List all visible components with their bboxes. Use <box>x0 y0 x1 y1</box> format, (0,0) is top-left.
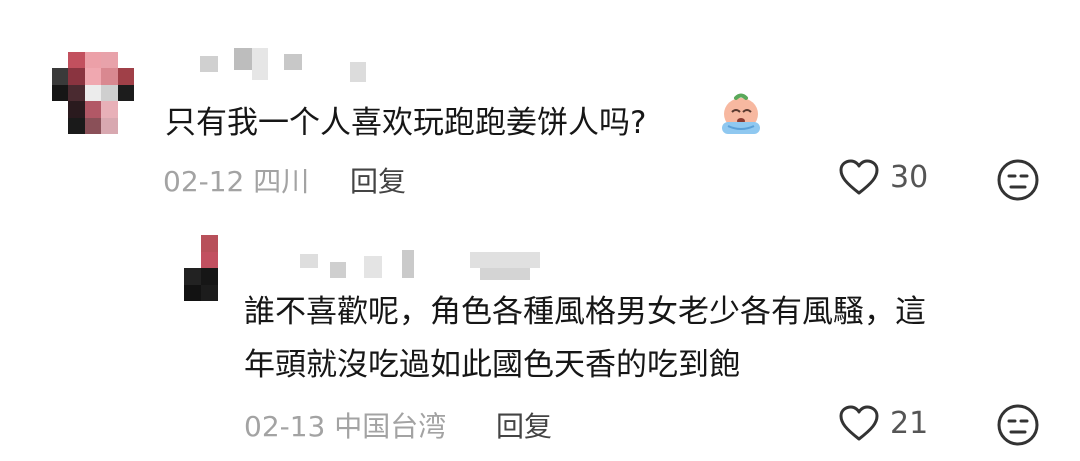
username-redacted[interactable] <box>200 48 370 84</box>
reply-like-button[interactable]: 21 <box>838 404 928 442</box>
dislike-face-icon[interactable] <box>996 158 1040 202</box>
reply-username-redacted[interactable] <box>300 250 570 282</box>
comment-meta: 02-12 四川 <box>163 160 309 200</box>
crying-emoji-icon <box>722 93 760 134</box>
reply-text-line-1: 誰不喜歡呢，角色各種風格男女老少各有風騷，這 <box>244 294 926 330</box>
dislike-face-icon[interactable] <box>996 403 1040 447</box>
like-count: 30 <box>890 159 929 195</box>
heart-icon <box>839 159 879 195</box>
reply-meta: 02-13 中国台湾 <box>244 405 446 445</box>
comment-location: 四川 <box>253 165 310 198</box>
comment-text: 只有我一个人喜欢玩跑跑姜饼人吗? <box>165 105 647 141</box>
reply-like-count: 21 <box>890 405 929 441</box>
reply-location: 中国台湾 <box>334 410 447 443</box>
avatar[interactable] <box>52 52 134 134</box>
like-button[interactable]: 30 <box>838 158 928 196</box>
reply-avatar[interactable] <box>184 235 218 301</box>
reply-date: 02-13 <box>244 410 326 443</box>
heart-icon <box>839 405 879 441</box>
reply-reply-button[interactable]: 回复 <box>496 405 552 445</box>
reply-text-line-2: 年頭就沒吃過如此國色天香的吃到飽 <box>244 347 740 383</box>
reply-button[interactable]: 回复 <box>350 160 406 200</box>
comment-date: 02-12 <box>163 165 245 198</box>
